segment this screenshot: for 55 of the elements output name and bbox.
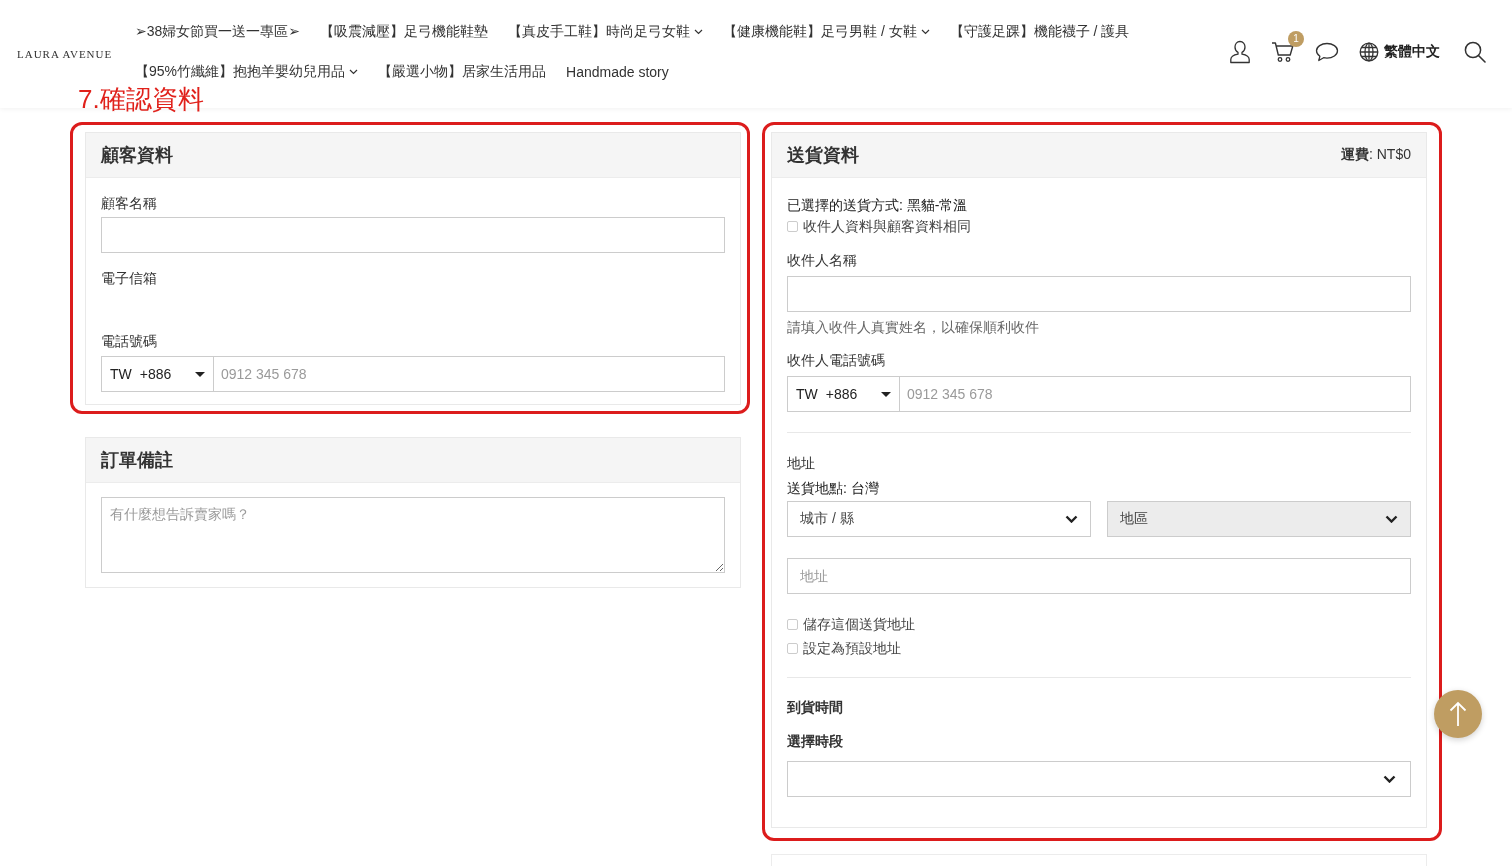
country-code-select[interactable]: TW +886 — [787, 376, 900, 412]
delivery-location: 送貨地點: 台灣 — [787, 479, 880, 498]
checkbox[interactable] — [787, 618, 798, 630]
time-slot-select[interactable] — [787, 761, 1411, 797]
scroll-to-top-button[interactable] — [1434, 690, 1482, 738]
checkbox-label[interactable]: 儲存這個送貨地址 — [803, 614, 915, 634]
shipping-fee: 運費: NT$0 — [1341, 146, 1411, 164]
card-title: 顧客資料 — [101, 144, 173, 167]
arrow-up-icon — [1449, 701, 1467, 727]
section-heading: 到貨時間 — [787, 698, 844, 717]
chevron-down-icon — [1383, 775, 1396, 783]
field-label: 電話號碼 — [101, 332, 158, 351]
card-title: 訂單備註 — [101, 449, 173, 472]
address-input[interactable]: 地址 — [787, 558, 1411, 594]
text-input[interactable] — [101, 217, 725, 253]
field-label: 地址 — [787, 454, 816, 473]
field-label: 選擇時段 — [787, 732, 844, 751]
globe-icon — [1359, 42, 1379, 62]
notes-textarea[interactable]: 有什麼想告訴賣家嗎？ — [101, 497, 725, 573]
city-select[interactable]: 城市 / 縣 — [787, 501, 1091, 537]
cart-icon[interactable] — [1271, 41, 1295, 63]
checkbox[interactable] — [787, 220, 798, 232]
nav-link[interactable]: 【守護足踝】機能襪子 / 護具 — [949, 23, 1130, 41]
text-input[interactable] — [787, 276, 1411, 312]
field-label: 顧客名稱 — [101, 194, 158, 213]
cart-count-badge: 1 — [1288, 31, 1304, 47]
field-hint: 請填入收件人真實姓名，以確保順利收件 — [787, 318, 1040, 337]
chat-bubble-icon[interactable] — [1315, 42, 1339, 62]
nav-link[interactable]: Handmade story — [566, 64, 669, 80]
chevron-down-icon — [1065, 515, 1078, 523]
annotation-title: 7.確認資料 — [78, 84, 204, 114]
phone-input[interactable]: 0912 345 678 — [900, 376, 1411, 412]
caret-down-icon — [881, 391, 891, 397]
nav-link[interactable]: 【95%竹纖維】抱抱羊嬰幼兒用品 — [135, 63, 359, 81]
nav-link[interactable]: ➢38婦女節買一送一專區➢ — [135, 23, 301, 41]
logo[interactable]: LAURA AVENUE — [17, 48, 113, 60]
card-title: 送貨資料 — [787, 144, 859, 167]
caret-down-icon — [195, 371, 205, 377]
nav-link[interactable]: 【健康機能鞋】足弓男鞋 / 女鞋 — [723, 23, 930, 41]
delivery-method: 已選擇的送貨方式: 黑貓-常溫 — [787, 196, 969, 215]
checkbox[interactable] — [787, 642, 798, 654]
language-selector[interactable]: 繁體中文 — [1359, 42, 1440, 62]
user-icon[interactable] — [1229, 40, 1251, 64]
field-label: 收件人名稱 — [787, 251, 858, 270]
checkbox-label[interactable]: 收件人資料與顧客資料相同 — [803, 216, 971, 236]
nav-link[interactable]: 【真皮手工鞋】時尚足弓女鞋 — [508, 23, 704, 41]
field-label: 電子信箱 — [101, 269, 158, 288]
country-code-select[interactable]: TW +886 — [101, 356, 214, 392]
checkbox-label[interactable]: 設定為預設地址 — [803, 638, 901, 658]
search-icon[interactable] — [1464, 41, 1486, 63]
field-label: 收件人電話號碼 — [787, 351, 886, 370]
chevron-down-icon — [1385, 515, 1398, 523]
phone-input[interactable]: 0912 345 678 — [214, 356, 725, 392]
nav-link[interactable]: 【嚴選小物】居家生活用品 — [378, 63, 547, 81]
nav-link[interactable]: 【吸震減壓】足弓機能鞋墊 — [320, 23, 489, 41]
